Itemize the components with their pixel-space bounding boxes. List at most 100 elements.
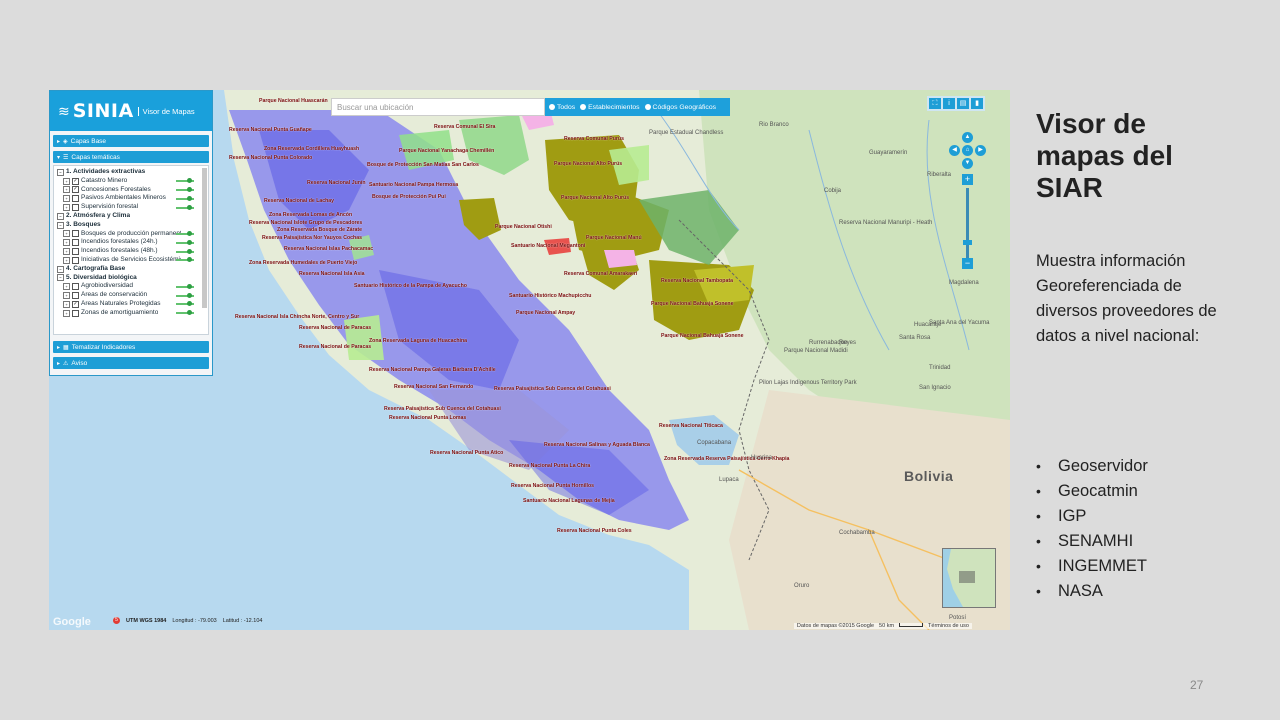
layer-item[interactable]: + Iniciativas de Servicios Ecosistémicos (57, 256, 208, 265)
map-label: Zona Reservada Cordillera Huayhuash (264, 146, 360, 152)
layer-item[interactable]: + Áreas Naturales Protegidas (57, 300, 208, 309)
layer-group[interactable]: −4. Cartografía Base (57, 265, 208, 274)
layer-item[interactable]: + Áreas de conservación (57, 291, 208, 300)
layer-item[interactable]: + Agrobiodiversidad (57, 282, 208, 291)
expand-icon[interactable]: + (63, 204, 70, 212)
layer-checkbox[interactable] (72, 230, 79, 238)
opacity-slider[interactable] (176, 301, 194, 307)
expand-icon[interactable]: + (63, 283, 70, 291)
option-establecimientos[interactable]: Establecimientos (580, 103, 640, 111)
map-label: Zona Reservada Bosque de Zárate (277, 227, 363, 233)
pan-down-icon[interactable]: ▼ (962, 158, 973, 169)
accordion-capas-tematicas[interactable]: ▾ ☰ Capas temáticas (53, 151, 209, 163)
map-label: Bosque de Protección San Matías San Carl… (367, 162, 479, 168)
layer-checkbox[interactable] (72, 300, 79, 308)
home-icon[interactable]: ⌂ (962, 145, 973, 156)
layer-checkbox[interactable] (72, 186, 79, 194)
measure-icon[interactable]: ▮ (971, 98, 983, 109)
accordion-aviso[interactable]: ▸ ⚠ Aviso (53, 357, 209, 369)
expand-icon[interactable]: + (63, 186, 70, 194)
option-codigos[interactable]: Códigos Geográficos (644, 103, 716, 111)
layer-item[interactable]: + Catastro Minero (57, 177, 208, 186)
overview-minimap[interactable] (942, 548, 996, 608)
layer-panel: ≋ SINIA Visor de Mapas ▸ ◈ Capas Base ▾ … (49, 90, 213, 376)
panel-header: ≋ SINIA Visor de Mapas (50, 91, 212, 131)
layer-tree-scrollbar[interactable] (202, 168, 207, 308)
map-label: Parque Nacional Alto Purús (561, 195, 630, 201)
zoom-in-button[interactable]: + (962, 174, 973, 185)
expand-icon[interactable]: − (57, 274, 64, 282)
layer-item[interactable]: + Supervisión forestal (57, 203, 208, 212)
print-icon[interactable]: ▤ (957, 98, 969, 109)
latitude-readout: Latitud : -12.104 (222, 617, 263, 624)
accordion-tematizar[interactable]: ▸ ▦ Tematizar Indicadores (53, 341, 209, 353)
layer-checkbox[interactable] (72, 256, 79, 264)
opacity-slider[interactable] (176, 310, 194, 316)
option-todos[interactable]: Todos (549, 103, 575, 111)
expand-icon[interactable]: − (57, 265, 64, 273)
coordinate-status: 5 UTM WGS 1984 Longitud : -79.003 Latitu… (113, 617, 262, 624)
opacity-slider[interactable] (176, 248, 194, 254)
expand-icon[interactable]: − (57, 221, 64, 229)
layer-checkbox[interactable] (72, 248, 79, 256)
opacity-slider[interactable] (176, 257, 194, 263)
layer-checkbox[interactable] (72, 177, 79, 185)
expand-icon[interactable]: + (63, 309, 70, 317)
accordion-capas-base[interactable]: ▸ ◈ Capas Base (53, 135, 209, 147)
layer-checkbox[interactable] (72, 239, 79, 247)
opacity-slider[interactable] (176, 283, 194, 289)
expand-icon[interactable]: + (63, 239, 70, 247)
expand-icon[interactable]: − (57, 168, 64, 176)
expand-icon[interactable]: + (63, 195, 70, 203)
pan-up-icon[interactable]: ▲ (962, 132, 973, 143)
opacity-slider[interactable] (176, 230, 194, 236)
zoom-out-button[interactable]: − (962, 258, 973, 269)
location-search-input[interactable]: Buscar una ubicación (331, 98, 545, 116)
expand-icon[interactable]: + (63, 177, 70, 185)
map-label: Zona Reservada Humedales de Puerto Viejo (249, 260, 358, 266)
opacity-slider[interactable] (176, 178, 194, 184)
map-label: Reserva Nacional de Paracas (299, 325, 372, 331)
layer-group[interactable]: −5. Diversidad biológica (57, 274, 208, 283)
opacity-slider[interactable] (176, 195, 194, 201)
layer-group[interactable]: −1. Actividades extractivas (57, 168, 208, 177)
map-label: Parque Nacional Ampay (516, 310, 576, 316)
expand-icon[interactable]: + (63, 248, 70, 256)
chevron-down-icon: ▾ (57, 154, 61, 161)
layer-item[interactable]: + Incendios forestales (24h.) (57, 238, 208, 247)
opacity-slider[interactable] (176, 186, 194, 192)
expand-icon[interactable]: + (63, 300, 70, 308)
layer-label: Pasivos Ambientales Mineros (81, 194, 166, 202)
layer-checkbox[interactable] (72, 204, 79, 212)
map-place-label: Huacaraje (914, 322, 942, 328)
layer-group[interactable]: −3. Bosques (57, 221, 208, 230)
terms-link[interactable]: Términos de uso (928, 623, 969, 629)
layer-checkbox[interactable] (72, 195, 79, 203)
provider-item: Geocatmin (1036, 479, 1148, 504)
layer-item[interactable]: + Zonas de amortiguamiento (57, 309, 208, 318)
opacity-slider[interactable] (176, 204, 194, 210)
map-label: Santuario Histórico Machupicchu (509, 293, 592, 299)
fullscreen-icon[interactable]: ⛶ (929, 98, 941, 109)
layer-item[interactable]: + Concesiones Forestales (57, 186, 208, 195)
layer-item[interactable]: + Bosques de producción permanente (57, 230, 208, 239)
map-place-label: Rurrenabaque (809, 340, 848, 346)
layer-item[interactable]: + Incendios forestales (48h.) (57, 247, 208, 256)
opacity-slider[interactable] (176, 292, 194, 298)
expand-icon[interactable]: + (63, 292, 70, 300)
pan-left-icon[interactable]: ◀ (949, 145, 960, 156)
layer-group[interactable]: −2. Atmósfera y Clima (57, 212, 208, 221)
zoom-slider-handle[interactable] (963, 240, 972, 245)
layer-checkbox[interactable] (72, 283, 79, 291)
info-icon[interactable]: i (943, 98, 955, 109)
opacity-slider[interactable] (176, 239, 194, 245)
layer-item[interactable]: + Pasivos Ambientales Mineros (57, 194, 208, 203)
expand-icon[interactable]: + (63, 230, 70, 238)
expand-icon[interactable]: − (57, 212, 64, 220)
pan-right-icon[interactable]: ▶ (975, 145, 986, 156)
layers-icon: ◈ (63, 138, 68, 145)
layer-checkbox[interactable] (72, 292, 79, 300)
expand-icon[interactable]: + (63, 256, 70, 264)
zoom-slider-track[interactable] (966, 188, 969, 260)
layer-checkbox[interactable] (72, 309, 79, 317)
